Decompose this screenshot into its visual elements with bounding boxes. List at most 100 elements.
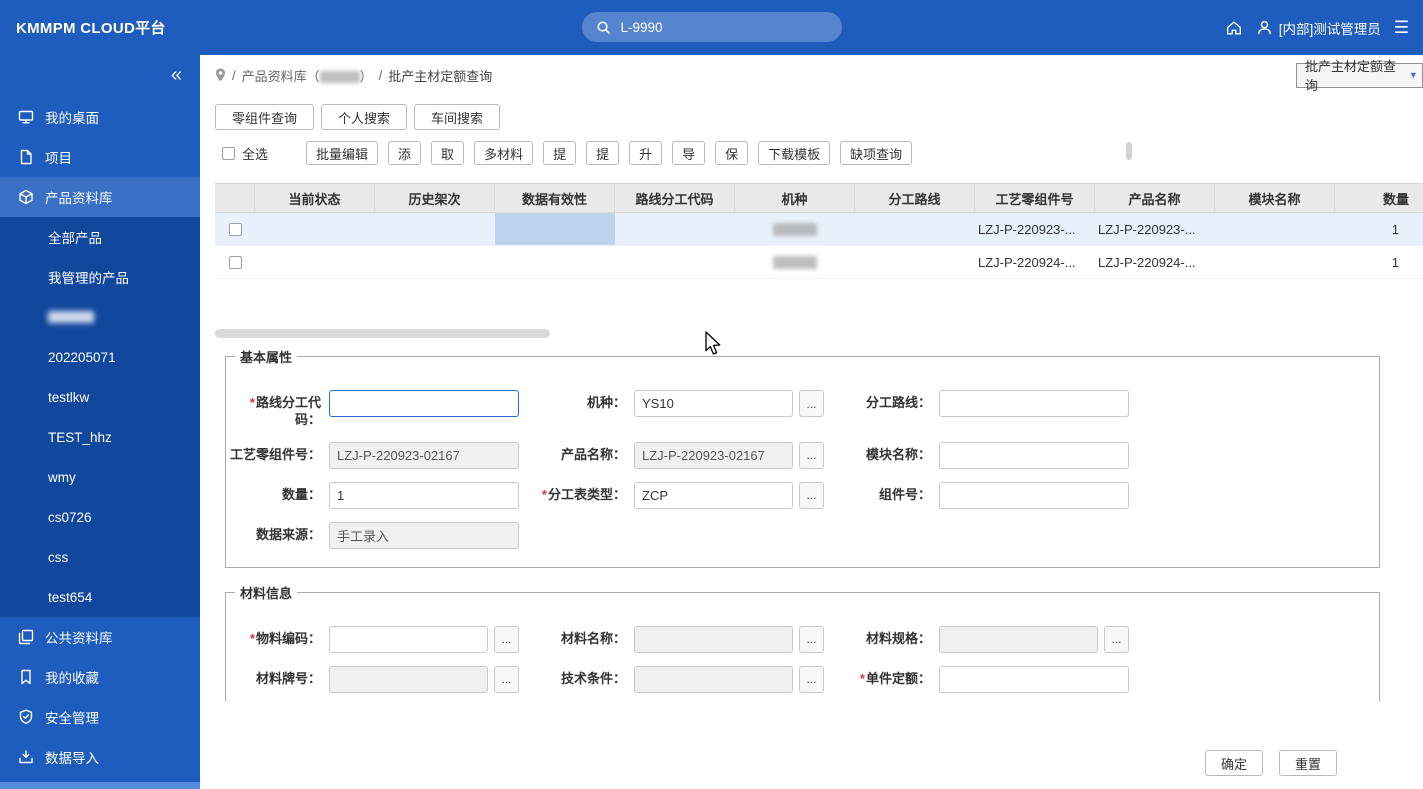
row-checkbox[interactable] (229, 256, 242, 269)
label-text: 工艺零组件号： (230, 447, 321, 462)
select-all-label: 全选 (242, 144, 268, 163)
part-no-label: 工艺零组件号： (226, 442, 321, 469)
table-horizontal-scrollbar (200, 329, 1423, 338)
user-menu[interactable]: [内部]测试管理员 (1256, 18, 1381, 38)
material-grade-picker-button[interactable]: ... (494, 666, 519, 693)
tab-personal-search[interactable]: 个人搜索 (321, 104, 407, 130)
sidebar-item-favorites[interactable]: 我的收藏 (0, 657, 200, 697)
sidebar-subitem-redacted[interactable] (0, 297, 200, 337)
column-header[interactable]: 工艺零组件号 (975, 184, 1095, 212)
sidebar-subitem-css[interactable]: css (0, 537, 200, 577)
view-select[interactable]: 批产主材定额查询 ▼ (1296, 63, 1423, 88)
sidebar-collapse-button[interactable]: « (0, 55, 200, 89)
app-logo: KMMPM CLOUD平台 (0, 17, 166, 38)
column-header[interactable]: 历史架次 (375, 184, 495, 212)
missing-item-query-button[interactable]: 缺项查询 (840, 141, 912, 165)
qty-label: 数量： (226, 482, 321, 509)
sidebar-subitem-my-products[interactable]: 我管理的产品 (0, 257, 200, 297)
data-source-input (329, 522, 519, 549)
sidebar-item-projects[interactable]: 项目 (0, 137, 200, 177)
module-name-label: 模块名称： (836, 442, 931, 469)
sidebar-item-security[interactable]: 安全管理 (0, 697, 200, 737)
column-header[interactable]: 当前状态 (255, 184, 375, 212)
sidebar-item-public-library[interactable]: 公共资料库 (0, 617, 200, 657)
menu-icon[interactable]: ☰ (1394, 19, 1409, 36)
cancel-button[interactable]: 取 (431, 141, 464, 165)
multi-material-button[interactable]: 多材料 (474, 141, 533, 165)
table-type-input[interactable] (634, 482, 793, 509)
module-name-input[interactable] (939, 442, 1129, 469)
sidebar-submenu: 全部产品 我管理的产品 202205071 testlkw TEST_hhz w… (0, 217, 200, 617)
breadcrumb-current[interactable]: 批产主材定额查询 (388, 66, 492, 85)
route-input[interactable] (939, 390, 1129, 417)
column-header[interactable]: 分工路线 (855, 184, 975, 212)
material-name-picker-button[interactable]: ... (799, 626, 824, 653)
layers-icon (18, 629, 34, 645)
qty-input[interactable] (329, 482, 519, 509)
product-picker-button[interactable]: ... (799, 442, 824, 469)
confirm-button[interactable]: 确定 (1205, 750, 1263, 776)
cell-validity (495, 246, 615, 278)
column-header[interactable]: 路线分工代码 (615, 184, 735, 212)
home-icon[interactable] (1225, 19, 1243, 37)
machine-picker-button[interactable]: ... (799, 390, 824, 417)
component-no-label: 组件号： (836, 482, 931, 509)
column-header[interactable]: 数据有效性 (495, 184, 615, 212)
column-header[interactable]: 机种 (735, 184, 855, 212)
sidebar-item-label: 我的桌面 (45, 107, 99, 127)
machine-input[interactable] (634, 390, 793, 417)
sidebar-subitem-test654[interactable]: test654 (0, 577, 200, 617)
row-checkbox[interactable] (229, 223, 242, 236)
sidebar-item-label: 我的收藏 (45, 667, 99, 687)
header-checkbox-cell (215, 184, 255, 212)
sidebar-subitem-wmy[interactable]: wmy (0, 457, 200, 497)
global-search-input[interactable]: L-9990 (582, 12, 842, 42)
route-code-input[interactable] (329, 390, 519, 417)
table-row[interactable]: LZJ-P-220924-... LZJ-P-220924-... 1 (215, 246, 1423, 279)
table-type-label: *分工表类型： (531, 482, 626, 509)
sidebar-scrollbar[interactable] (0, 782, 200, 789)
download-template-button[interactable]: 下载模板 (758, 141, 830, 165)
batch-edit-button[interactable]: 批量编辑 (306, 141, 378, 165)
field-material-grade: 材料牌号： ... (226, 666, 531, 693)
scrollbar-fragment[interactable] (1126, 142, 1132, 160)
sidebar-subitem-202205071[interactable]: 202205071 (0, 337, 200, 377)
material-code-input[interactable] (329, 626, 488, 653)
upgrade-button[interactable]: 升 (629, 141, 662, 165)
table-row[interactable]: LZJ-P-220923-... LZJ-P-220923-... 1 (215, 213, 1423, 246)
reset-button[interactable]: 重置 (1279, 750, 1337, 776)
detail-form: 基本属性 *路线分工代码： 机种： ... 分工路线： 工艺零组件号： (200, 341, 1423, 701)
tech-condition-picker-button[interactable]: ... (799, 666, 824, 693)
submit-button-1[interactable]: 提 (543, 141, 576, 165)
select-all-checkbox[interactable] (222, 147, 235, 160)
column-header[interactable]: 模块名称 (1215, 184, 1335, 212)
sidebar-item-data-import[interactable]: 数据导入 (0, 737, 200, 777)
label-text: 材料牌号： (256, 671, 321, 686)
add-button[interactable]: 添 (388, 141, 421, 165)
table-type-picker-button[interactable]: ... (799, 482, 824, 509)
scrollbar-thumb[interactable] (215, 329, 550, 338)
save-button[interactable]: 保 (715, 141, 748, 165)
sidebar-subitem-test-hhz[interactable]: TEST_hhz (0, 417, 200, 457)
sidebar-subitem-cs0726[interactable]: cs0726 (0, 497, 200, 537)
tab-workshop-search[interactable]: 车间搜索 (414, 104, 500, 130)
route-code-label: *路线分工代码： (226, 390, 321, 429)
unit-quota-input[interactable] (939, 666, 1129, 693)
column-header[interactable]: 产品名称 (1095, 184, 1215, 212)
export-button[interactable]: 导 (672, 141, 705, 165)
column-header[interactable]: 数量 (1335, 184, 1423, 212)
breadcrumb-link-library[interactable]: 产品资料库（） (242, 66, 373, 85)
required-mark: * (250, 395, 255, 410)
submit-button-2[interactable]: 提 (586, 141, 619, 165)
material-spec-picker-button[interactable]: ... (1104, 626, 1129, 653)
sidebar-subitem-all-products[interactable]: 全部产品 (0, 217, 200, 257)
tab-component-query[interactable]: 零组件查询 (215, 104, 314, 130)
material-code-picker-button[interactable]: ... (494, 626, 519, 653)
sidebar-item-product-library[interactable]: 产品资料库 (0, 177, 200, 217)
sidebar-subitem-testlkw[interactable]: testlkw (0, 377, 200, 417)
basic-attributes-fieldset: 基本属性 *路线分工代码： 机种： ... 分工路线： 工艺零组件号： (225, 347, 1380, 568)
view-select-value: 批产主材定额查询 (1305, 56, 1405, 94)
sidebar-item-my-desktop[interactable]: 我的桌面 (0, 97, 200, 137)
component-no-input[interactable] (939, 482, 1129, 509)
select-all-control[interactable]: 全选 (222, 144, 268, 163)
